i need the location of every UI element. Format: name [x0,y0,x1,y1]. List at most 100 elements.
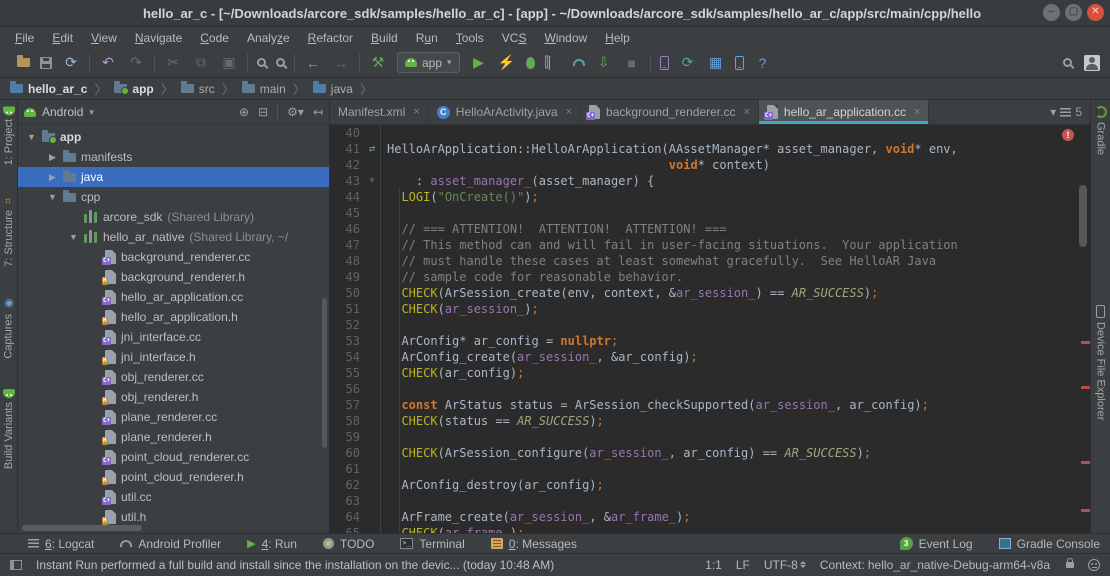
error-stripe-mark[interactable] [1081,341,1090,344]
minimize-button[interactable]: – [1043,4,1060,21]
sdk-manager-icon[interactable]: ▦ [707,54,725,72]
close-button[interactable]: ✕ [1087,4,1104,21]
caret-position[interactable]: 1:1 [705,558,722,572]
change-marker-icon[interactable]: ⇄ [364,141,380,157]
tree-item-plane_renderer.cc[interactable]: plane_renderer.cc [18,407,329,427]
forward-icon[interactable]: → [332,54,350,72]
bottom-button-gradle-console[interactable]: Gradle Console [999,537,1100,551]
bottom-button-event-log[interactable]: 3Event Log [900,537,973,551]
tree-item-manifests[interactable]: ▶manifests [18,147,329,167]
build-icon[interactable]: ⚒ [369,54,387,72]
tree-arrow-right-icon[interactable]: ▶ [47,172,58,183]
editor-scrollbar[interactable] [1079,185,1087,247]
menu-item-window[interactable]: Window [535,29,596,47]
device-manager-icon[interactable] [735,56,744,70]
gradle-sync-icon[interactable]: ⟳ [679,54,697,72]
error-stripe-mark[interactable] [1081,509,1090,512]
run-icon[interactable]: ▶ [470,54,488,72]
bottom-button-todo[interactable]: TODO [323,537,374,551]
breadcrumb-item-app[interactable]: app [114,82,153,96]
breadcrumb-item-java[interactable]: java [313,82,353,96]
tree-item-jni_interface.cc[interactable]: jni_interface.cc [18,327,329,347]
tree-item-point_cloud_renderer.h[interactable]: point_cloud_renderer.h [18,467,329,487]
sync-icon[interactable]: ⟳ [62,54,80,72]
tree-item-arcore_sdk[interactable]: arcore_sdk (Shared Library) [18,207,329,227]
bottom-button-android-profiler[interactable]: Android Profiler [120,537,221,551]
toolwindow-button-captures[interactable]: Captures◉ [2,297,15,359]
menu-item-code[interactable]: Code [191,29,238,47]
status-message[interactable]: Instant Run performed a full build and i… [36,558,691,572]
search-everywhere-icon[interactable] [1063,58,1072,67]
toolwindow-button-gradle[interactable]: Gradle [1095,106,1107,155]
profiler-icon[interactable]: ⫿⎸ [545,54,563,72]
tree-item-hello_ar_native[interactable]: ▼hello_ar_native (Shared Library, ~/ [18,227,329,247]
close-tab-icon[interactable]: × [413,106,419,118]
bottom-button-0-messages[interactable]: 0: Messages [491,537,577,551]
editor-tab-background_renderer.cc[interactable]: background_renderer.cc× [581,100,759,124]
file-encoding[interactable]: UTF-8 [764,558,806,572]
bottom-button-terminal[interactable]: >_Terminal [400,537,464,551]
collapse-all-icon[interactable]: ⊟ [258,105,268,119]
tree-item-obj_renderer.h[interactable]: obj_renderer.h [18,387,329,407]
stop-icon[interactable]: ■ [623,54,641,72]
tree-arrow-down-icon[interactable]: ▼ [26,132,37,142]
menu-item-analyze[interactable]: Analyze [238,29,299,47]
error-stripe-mark[interactable] [1081,461,1090,464]
menu-item-edit[interactable]: Edit [43,29,82,47]
fold-marker-icon[interactable]: ▿ [364,173,380,189]
editor-tab-HelloArActivity.java[interactable]: CHelloArActivity.java× [429,100,581,124]
menu-item-file[interactable]: File [6,29,43,47]
undo-icon[interactable]: ↶ [99,54,117,72]
help-icon[interactable]: ? [754,54,772,72]
tree-item-util.cc[interactable]: util.cc [18,487,329,507]
paste-icon[interactable]: ▣ [220,54,238,72]
project-view-selector[interactable]: Android [42,105,83,119]
run-config-selector[interactable]: app▾ [397,52,460,73]
breadcrumb-item-hello_ar_c[interactable]: hello_ar_c [10,82,87,96]
menu-item-run[interactable]: Run [407,29,447,47]
close-tab-icon[interactable]: × [914,106,920,118]
breadcrumb-item-src[interactable]: src [181,82,215,96]
bottom-button-6-logcat[interactable]: 6: Logcat [28,537,94,551]
close-tab-icon[interactable]: × [743,106,749,118]
user-avatar[interactable] [1084,55,1100,71]
tree-item-plane_renderer.h[interactable]: plane_renderer.h [18,427,329,447]
breadcrumb-item-main[interactable]: main [242,82,286,96]
back-icon[interactable]: ← [304,54,322,72]
editor-tab-Manifest.xml[interactable]: Manifest.xml× [330,100,429,124]
error-stripe-mark[interactable] [1081,386,1090,389]
menu-item-vcs[interactable]: VCS [493,29,536,47]
tree-item-background_renderer.h[interactable]: background_renderer.h [18,267,329,287]
hide-panel-icon[interactable]: ↤ [313,105,323,119]
toolwindow-button-device-file-explorer[interactable]: Device File Explorer [1095,305,1107,420]
toolwindow-toggle-icon[interactable] [10,560,22,570]
bottom-button-4-run[interactable]: ▶4: Run [247,537,297,551]
find-icon[interactable] [257,58,266,67]
build-context[interactable]: Context: hello_ar_native-Debug-arm64-v8a [820,558,1050,572]
tree-arrow-down-icon[interactable]: ▼ [47,192,58,202]
copy-icon[interactable]: ⧉ [192,54,210,72]
tree-item-util.h[interactable]: util.h [18,507,329,527]
menu-item-build[interactable]: Build [362,29,407,47]
tree-item-background_renderer.cc[interactable]: background_renderer.cc [18,247,329,267]
toolwindow-button-7-structure[interactable]: 7: Structure⌗ [3,195,15,267]
tree-item-jni_interface.h[interactable]: jni_interface.h [18,347,329,367]
locate-icon[interactable]: ⊕ [239,105,249,119]
maximize-button[interactable]: ▢ [1065,4,1082,21]
tree-item-point_cloud_renderer.cc[interactable]: point_cloud_renderer.cc [18,447,329,467]
capture-icon[interactable]: ⇩ [595,54,613,72]
tab-overflow-widget[interactable]: ▾5 [1050,100,1090,124]
error-indicator-badge[interactable]: ! [1062,129,1074,141]
toolwindow-button-build-variants[interactable]: Build Variants [3,389,15,469]
open-icon[interactable] [17,58,30,67]
save-all-icon[interactable] [40,57,52,69]
cut-icon[interactable]: ✂ [164,54,182,72]
lock-icon[interactable] [1066,562,1074,568]
menu-item-navigate[interactable]: Navigate [126,29,191,47]
project-tree-hscrollbar[interactable] [22,525,142,531]
tree-arrow-down-icon[interactable]: ▼ [68,232,79,242]
attach-profiler-icon[interactable] [573,59,585,66]
tree-item-java[interactable]: ▶java [18,167,329,187]
tree-arrow-right-icon[interactable]: ▶ [47,152,58,163]
close-tab-icon[interactable]: × [566,106,572,118]
